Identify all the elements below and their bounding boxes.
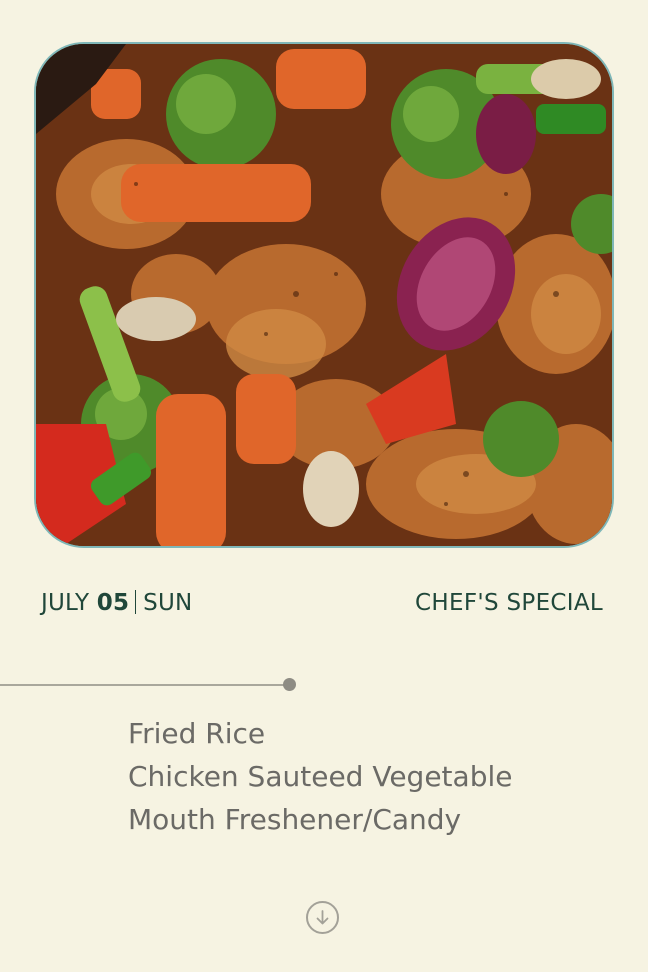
date-day: 05: [96, 590, 130, 616]
date-weekday: SUN: [143, 590, 193, 616]
stir-fry-photo: [36, 44, 612, 546]
arrow-down-icon: [316, 910, 329, 925]
menu-item: Fried Rice: [128, 717, 266, 750]
timeline-line: [0, 684, 284, 686]
menu-category-label: CHEF'S SPECIAL: [415, 590, 603, 616]
date-month: JULY: [41, 590, 90, 616]
date-separator: [135, 590, 137, 614]
menu-item-list: Fried Rice Chicken Sauteed Vegetable Mou…: [128, 712, 512, 841]
scroll-down-button[interactable]: [306, 901, 339, 934]
hero-food-image: [34, 42, 614, 548]
menu-item: Mouth Freshener/Candy: [128, 803, 462, 836]
timeline-dot: [283, 678, 296, 691]
menu-item: Chicken Sauteed Vegetable: [128, 760, 513, 793]
menu-date: JULY 05 SUN: [41, 590, 192, 616]
